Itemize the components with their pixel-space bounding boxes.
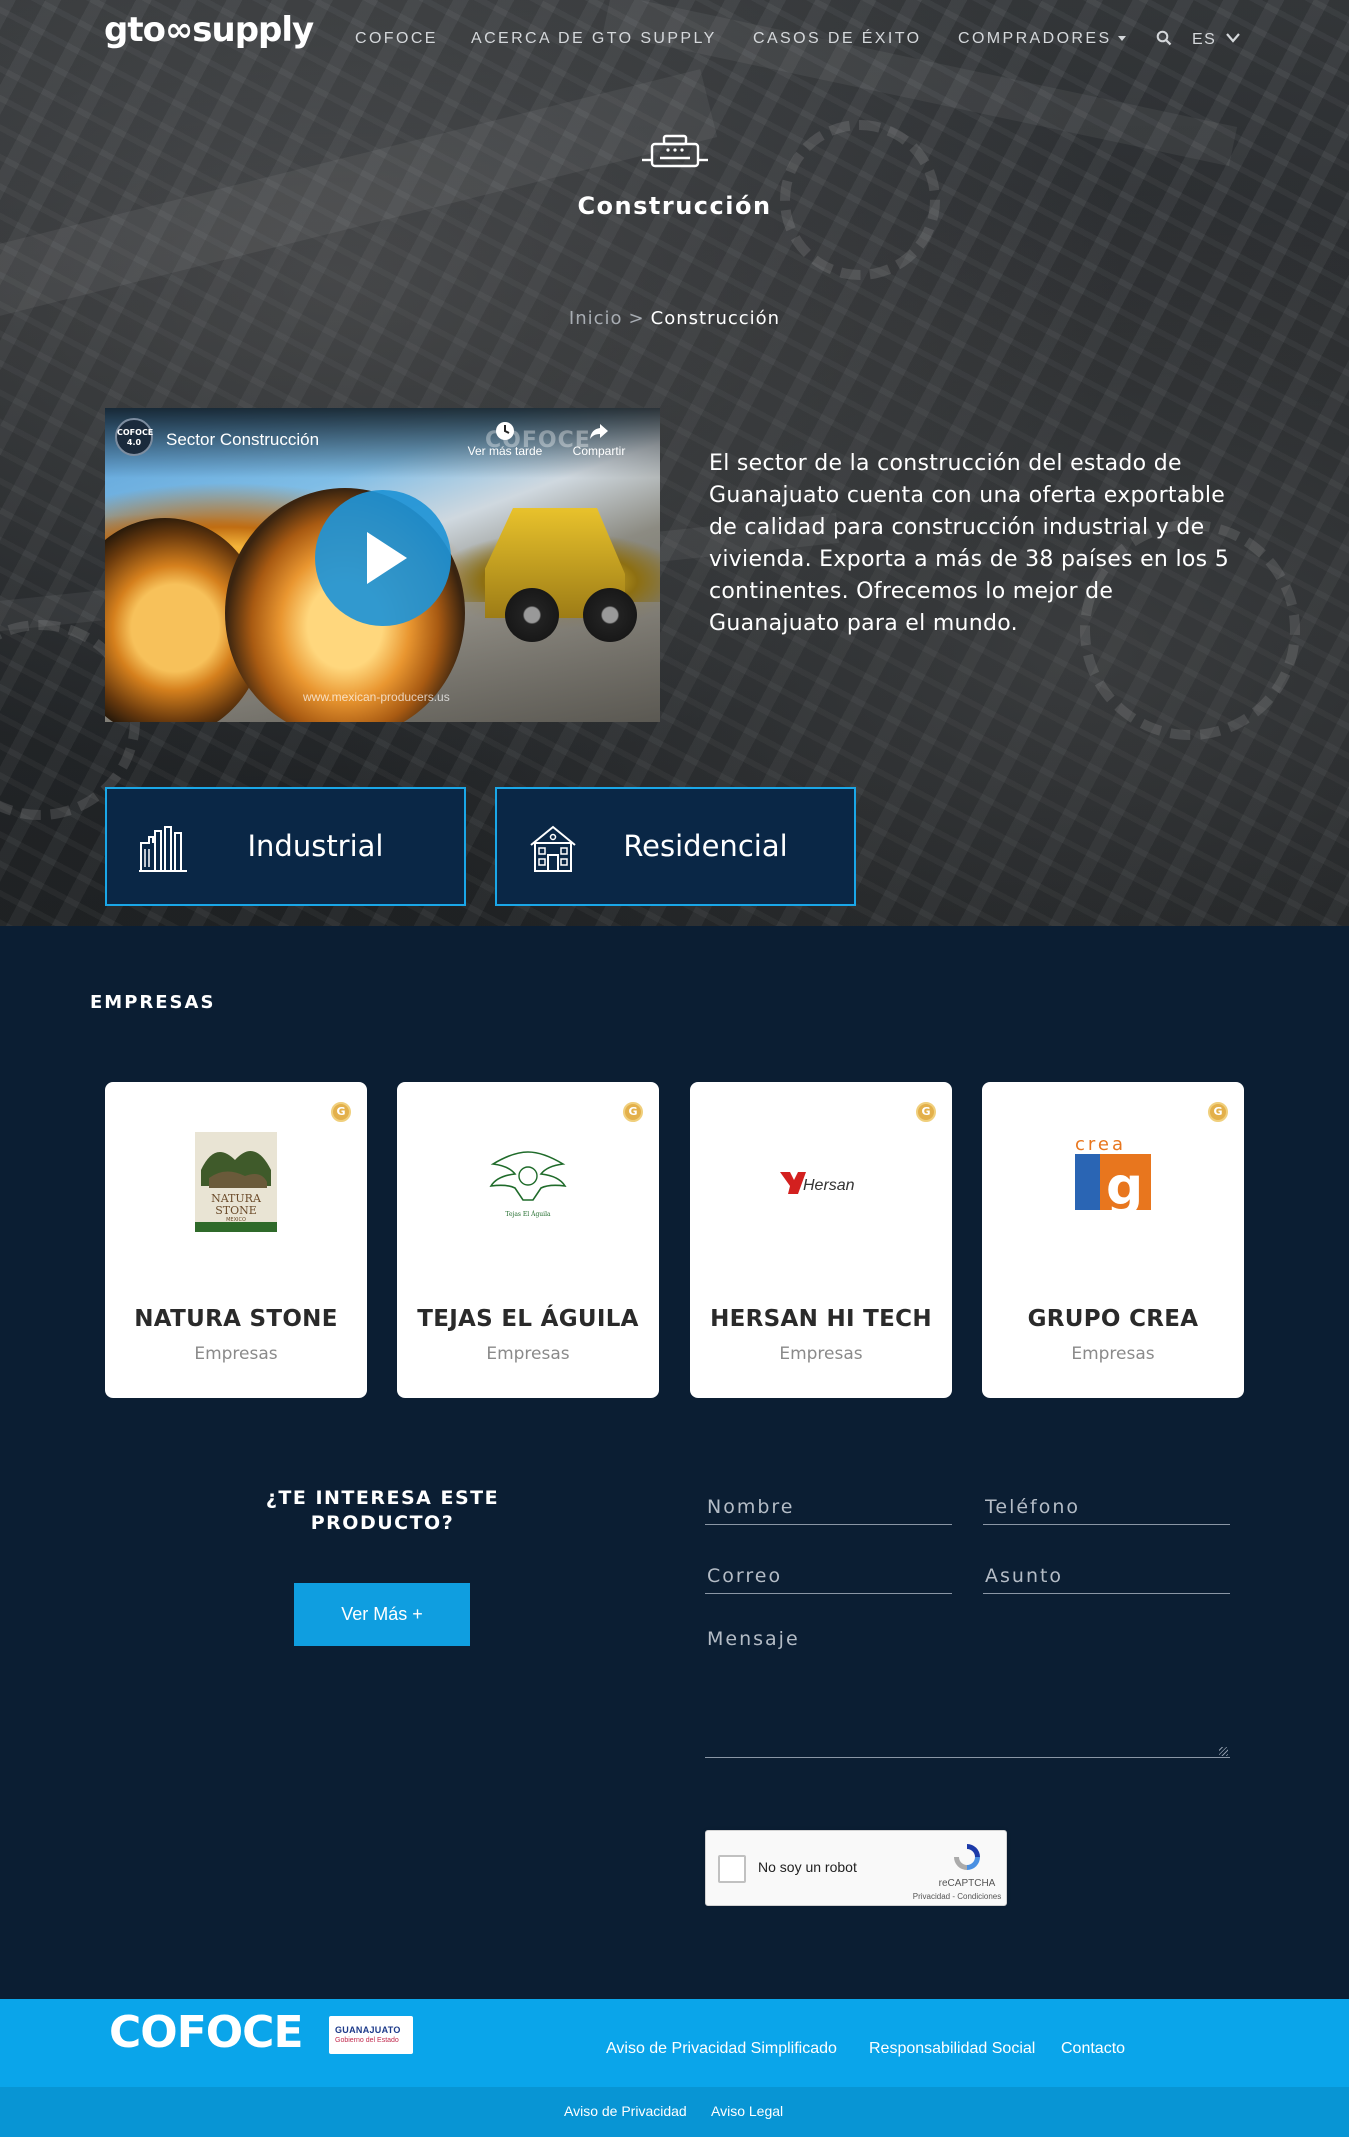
video-channel-avatar[interactable]: COFOCE 4.0 [115,418,153,456]
product-interest-question: ¿TE INTERESA ESTE PRODUCTO? [265,1487,500,1534]
email-field[interactable] [705,1559,952,1594]
gov-badge-line2: Gobierno del Estado [335,2037,399,2044]
guanajuato-government-logo[interactable]: GUANAJUATO Gobierno del Estado [329,2016,413,2054]
company-type: Empresas [486,1344,570,1364]
natura-stone-logo: NATURA STONE MEXICO [105,1130,367,1234]
company-type: Empresas [194,1344,278,1364]
nav-compradores[interactable]: COMPRADORES [958,30,1126,48]
hersan-logo: Hersan [690,1130,952,1234]
phone-field[interactable] [983,1490,1230,1525]
logo-text: Tejas El Águila [505,1211,551,1218]
watch-later-label: Ver más tarde [467,444,543,458]
chevron-down-icon[interactable] [1225,31,1241,45]
subcategory-residencial[interactable]: Residencial [495,787,856,906]
coface-logo[interactable]: COFOCE [109,2007,304,2058]
watch-later-button[interactable]: Ver más tarde [465,420,545,458]
companies-section-title: EMPRESAS [90,992,216,1013]
sector-description: El sector de la construcción del estado … [709,451,1229,636]
gold-badge-icon: G [916,1102,936,1122]
nav-acerca[interactable]: ACERCA DE GTO SUPPLY [471,30,717,48]
gov-badge-line1: GUANAJUATO [335,2025,401,2035]
company-card-natura-stone[interactable]: G NATURA STONE MEXICO NATURA STONE Empre… [105,1082,367,1398]
footer-link-social-responsibility[interactable]: Responsabilidad Social [869,2040,1035,2058]
recaptcha-widget: No soy un robot reCAPTCHA Privacidad - C… [705,1830,1007,1906]
subfooter-link-privacy[interactable]: Aviso de Privacidad [564,2103,687,2119]
construction-category-icon [642,134,708,168]
company-name[interactable]: GRUPO CREA [982,1306,1244,1332]
ver-mas-button[interactable]: Ver Más + [294,1583,470,1646]
company-card-grupo-crea[interactable]: G crea g GRUPO CREA Empresas [982,1082,1244,1398]
footer-link-privacy-simplified[interactable]: Aviso de Privacidad Simplificado [606,2040,837,2058]
recaptcha-icon [954,1844,980,1870]
top-navigation: gto∞supply COFOCE ACERCA DE GTO SUPPLY C… [0,0,1349,80]
nav-casos-exito[interactable]: CASOS DE ÉXITO [753,30,921,48]
nav-compradores-label: COMPRADORES [958,30,1112,47]
recaptcha-links[interactable]: Privacidad - Condiciones [906,1892,1008,1901]
share-label: Compartir [572,444,626,458]
share-icon [590,424,608,439]
video-url-caption: www.mexican-producers.us [303,690,450,704]
grupo-crea-logo: crea g [982,1130,1244,1234]
language-selector[interactable]: ES [1192,31,1216,49]
logo-text: crea [1075,1134,1126,1155]
footer-link-contact[interactable]: Contacto [1061,2040,1125,2058]
company-card-hersan-hi-tech[interactable]: G Hersan HERSAN HI TECH Empresas [690,1082,952,1398]
logo-text: g [1106,1157,1143,1217]
video-title[interactable]: Sector Construcción [166,430,319,450]
video-thumbnail-wheel [505,588,559,642]
company-card-tejas-el-aguila[interactable]: G Tejas El Águila TEJAS EL ÁGUILA Empres… [397,1082,659,1398]
breadcrumb: Inicio > Construcción [0,308,1349,329]
company-name[interactable]: TEJAS EL ÁGUILA [397,1306,659,1332]
gold-badge-icon: G [331,1102,351,1122]
caret-down-icon [1117,36,1126,42]
gold-badge-icon: G [1208,1102,1228,1122]
subfooter-link-legal[interactable]: Aviso Legal [711,2103,783,2119]
clock-icon [496,422,514,440]
search-icon[interactable] [1156,30,1172,46]
company-type: Empresas [1071,1344,1155,1364]
video-thumbnail-wheel [583,588,637,642]
play-button[interactable] [315,490,451,626]
company-name[interactable]: HERSAN HI TECH [690,1306,952,1332]
video-player[interactable]: COFOCE 4.0 Sector Construcción COFOCE Ve… [105,408,660,722]
subject-field[interactable] [983,1559,1230,1594]
subcategory-industrial[interactable]: Industrial [105,787,466,906]
company-name[interactable]: NATURA STONE [105,1306,367,1332]
textarea-resize-handle[interactable] [1219,1747,1228,1756]
logo-text: STONE [215,1204,257,1217]
logo-text: Hersan [803,1177,855,1194]
gtosupply-logo[interactable]: gto∞supply [104,10,314,50]
subcategory-industrial-label: Industrial [247,829,384,863]
tejas-el-aguila-logo: Tejas El Águila [397,1130,659,1234]
logo-text: MEXICO [226,1217,246,1223]
gold-badge-icon: G [623,1102,643,1122]
recaptcha-label: No soy un robot [758,1859,857,1875]
subcategory-residencial-label: Residencial [623,829,788,863]
page-title: Construcción [577,192,772,220]
breadcrumb-home[interactable]: Inicio [569,308,623,329]
recaptcha-brand: reCAPTCHA [938,1878,996,1889]
company-type: Empresas [779,1344,863,1364]
breadcrumb-separator: > [628,308,645,329]
breadcrumb-current: Construcción [650,308,781,329]
name-field[interactable] [705,1490,952,1525]
recaptcha-checkbox[interactable] [718,1855,746,1883]
share-button[interactable]: Compartir [559,420,639,458]
nav-cofoce[interactable]: COFOCE [355,30,438,48]
message-field[interactable] [705,1620,1230,1758]
